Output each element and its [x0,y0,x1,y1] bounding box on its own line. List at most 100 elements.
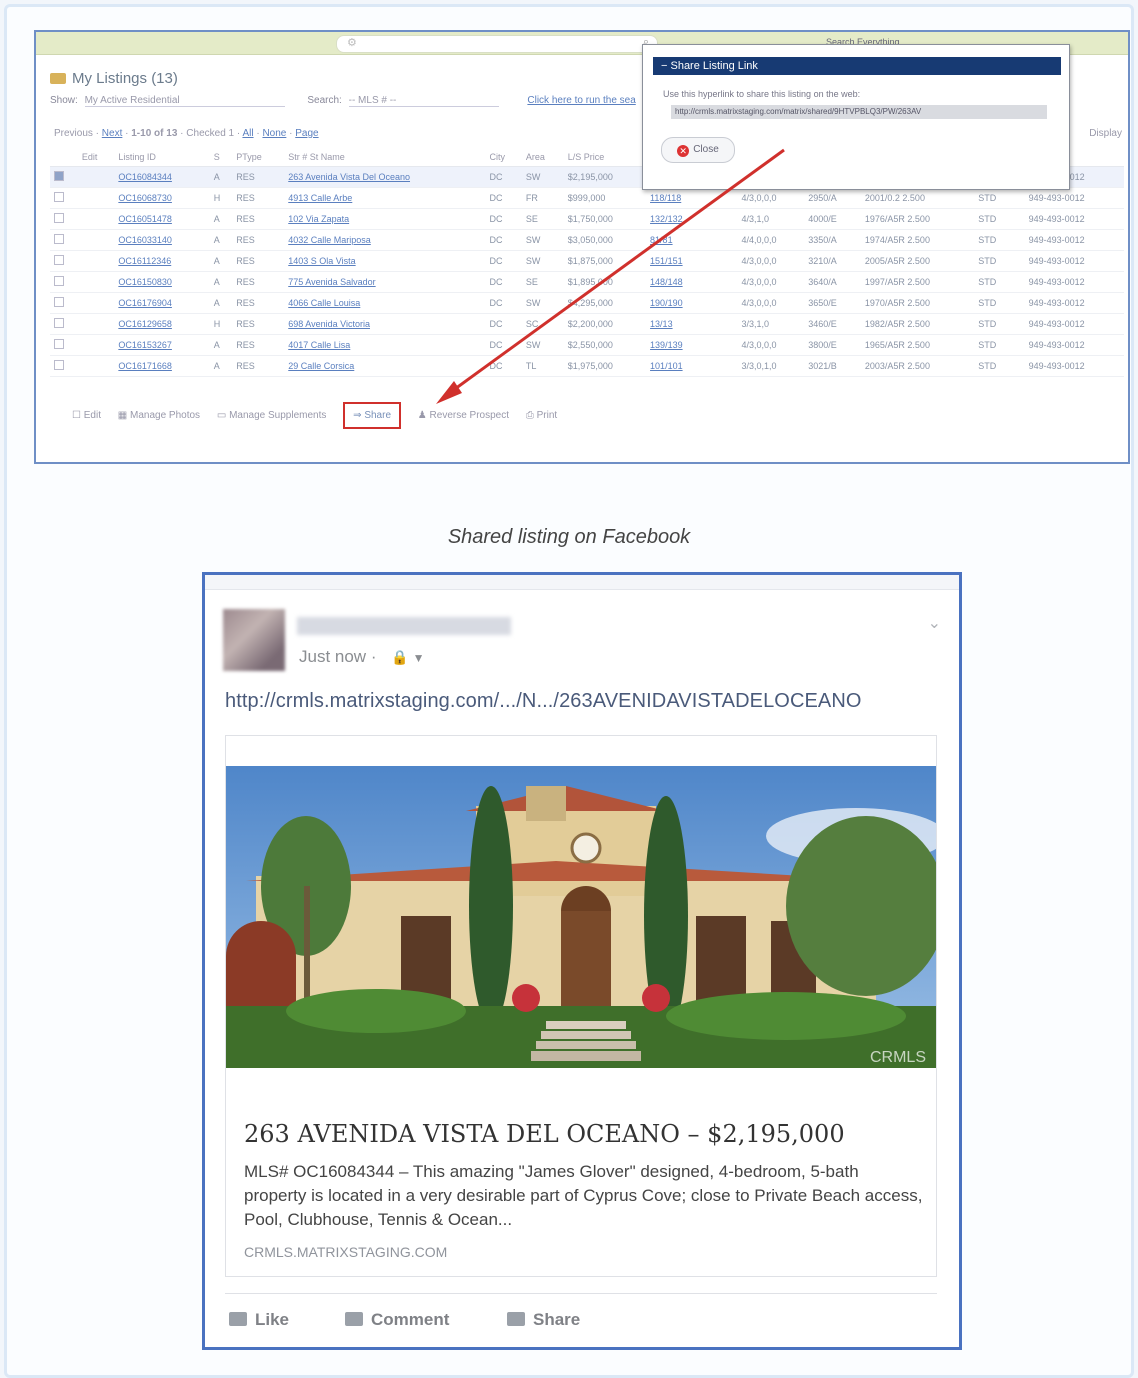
row-edit-cell[interactable] [77,271,115,293]
row-checkbox[interactable] [54,234,64,244]
row-checkbox[interactable] [54,255,64,265]
post-time[interactable]: Just now [299,647,366,666]
row-edit-cell[interactable] [77,166,115,188]
cell-dom[interactable]: 151/151 [646,250,738,272]
cell-id[interactable]: OC16176904 [114,292,210,314]
pager-check-all[interactable]: All [242,128,253,139]
table-row[interactable]: OC16150830 A RES 775 Avenida Salvador DC SE $1… [50,271,1124,293]
cell-s: A [209,166,233,188]
row-checkbox[interactable] [54,213,64,223]
table-row[interactable]: OC16171668 A RES 29 Calle Corsica DC TL $1,975… [50,355,1124,377]
cell-dom[interactable]: 148/148 [646,271,738,293]
cell-id[interactable]: OC16084344 [114,166,210,188]
row-checkbox[interactable] [54,339,64,349]
pager-previous[interactable]: Previous [54,128,93,139]
column-header[interactable]: S [209,148,233,167]
cell-addr[interactable]: 4032 Calle Mariposa [284,229,486,251]
avatar[interactable] [223,609,285,671]
row-edit-cell[interactable] [77,292,115,314]
cell-addr[interactable]: 4913 Calle Arbe [284,187,486,209]
chevron-down-icon[interactable]: ⌄ [928,613,941,633]
cell-dom[interactable]: 118/118 [646,187,738,209]
cell-id[interactable]: OC16112346 [114,250,210,272]
manage-photos-button[interactable]: ▦ Manage Photos [118,410,200,421]
column-header[interactable]: Str # St Name [284,148,486,167]
row-edit-cell[interactable] [77,250,115,272]
pager-next[interactable]: Next [102,128,123,139]
table-row[interactable]: OC16112346 A RES 1403 S Ola Vista DC SW $1,875… [50,250,1124,272]
caret-down-icon[interactable]: ▼ [413,651,425,665]
cell-addr[interactable]: 1403 S Ola Vista [284,250,486,272]
row-edit-cell[interactable] [77,187,115,209]
table-row[interactable]: OC16153267 A RES 4017 Calle Lisa DC SW $2,550,… [50,334,1124,356]
cell-addr[interactable]: 263 Avenida Vista Del Oceano [284,166,486,188]
post-link-text[interactable]: http://crmls.matrixstaging.com/.../N.../… [225,690,862,713]
row-checkbox[interactable] [54,276,64,286]
like-button[interactable]: Like [229,1310,289,1330]
reverse-prospect-button[interactable]: ♟ Reverse Prospect [418,410,509,421]
row-edit-cell[interactable] [77,229,115,251]
row-edit-cell[interactable] [77,313,115,335]
cell-dom[interactable]: 139/139 [646,334,738,356]
table-row[interactable]: OC16129658 H RES 698 Avenida Victoria DC SC $2… [50,313,1124,335]
cell-addr[interactable]: 29 Calle Corsica [284,355,486,377]
row-checkbox[interactable] [54,297,64,307]
column-header[interactable]: Area [521,148,564,167]
mls-search-select[interactable]: -- MLS # -- [348,95,499,107]
cell-id[interactable]: OC16033140 [114,229,210,251]
cell-dom[interactable]: 13/13 [646,313,738,335]
cell-id[interactable]: OC16068730 [114,187,210,209]
cell-id[interactable]: OC16051478 [114,208,210,230]
cell-id[interactable]: OC16171668 [114,355,210,377]
column-header[interactable]: Listing ID [114,148,210,167]
cell-addr[interactable]: 102 Via Zapata [284,208,486,230]
cell-id[interactable]: OC16153267 [114,334,210,356]
row-checkbox[interactable] [54,360,64,370]
cell-price: $1,975,000 [563,355,647,377]
cell-addr[interactable]: 698 Avenida Victoria [284,313,486,335]
global-search-box[interactable]: ⚙ ⌕ [336,35,658,53]
cell-dom[interactable]: 101/101 [646,355,738,377]
share-post-button[interactable]: Share [507,1310,580,1330]
column-header[interactable]: Edit [77,148,115,167]
cell-addr[interactable]: 4066 Calle Louisa [284,292,486,314]
row-edit-cell[interactable] [77,208,115,230]
manage-supplements-button[interactable]: ▭ Manage Supplements [217,410,327,421]
link-preview-card[interactable]: CRMLS 263 AVENIDA VISTA DEL OCEANO – $2,… [225,735,937,1277]
blurred-author-name[interactable] [297,617,511,635]
column-header[interactable]: City [485,148,522,167]
row-edit-cell[interactable] [77,355,115,377]
cell-id[interactable]: OC16150830 [114,271,210,293]
cell-addr[interactable]: 775 Avenida Salvador [284,271,486,293]
column-header[interactable]: PType [232,148,285,167]
row-checkbox[interactable] [54,171,64,181]
share-button[interactable]: ⇒ Share [343,402,402,429]
cell-dom[interactable]: 132/132 [646,208,738,230]
row-checkbox[interactable] [54,318,64,328]
edit-button[interactable]: ☐ Edit [72,410,101,421]
row-edit-cell[interactable] [77,334,115,356]
column-header[interactable]: L/S Price [563,148,647,167]
table-row[interactable]: OC16051478 A RES 102 Via Zapata DC SE $1,750,0… [50,208,1124,230]
run-search-link[interactable]: Click here to run the sea [527,95,635,106]
print-button[interactable]: ⎙ Print [526,410,557,421]
display-label[interactable]: Display [1089,128,1122,139]
cell-dom[interactable]: 190/190 [646,292,738,314]
cell-dom[interactable]: 81/81 [646,229,738,251]
lock-icon[interactable]: 🔒 [391,649,408,665]
pager-check-none[interactable]: None [262,128,286,139]
table-row[interactable]: OC16033140 A RES 4032 Calle Mariposa DC SW $3,… [50,229,1124,251]
house-photo[interactable]: CRMLS [226,766,936,1068]
cell-addr[interactable]: 4017 Calle Lisa [284,334,486,356]
table-row[interactable]: OC16068730 H RES 4913 Calle Arbe DC FR $999,00… [50,187,1124,209]
share-url-field[interactable]: http://crmls.matrixstaging.com/matrix/sh… [671,105,1047,119]
cell-id[interactable]: OC16129658 [114,313,210,335]
comment-button[interactable]: Comment [345,1310,449,1330]
close-button[interactable]: ✕ Close [661,137,735,163]
column-header[interactable] [50,148,78,167]
row-checkbox[interactable] [54,192,64,202]
pager-check-page[interactable]: Page [295,128,318,139]
table-row[interactable]: OC16176904 A RES 4066 Calle Louisa DC SW $4,29… [50,292,1124,314]
card-title[interactable]: 263 AVENIDA VISTA DEL OCEANO – $2,195,00… [244,1120,845,1148]
show-select[interactable]: My Active Residential [84,95,285,107]
